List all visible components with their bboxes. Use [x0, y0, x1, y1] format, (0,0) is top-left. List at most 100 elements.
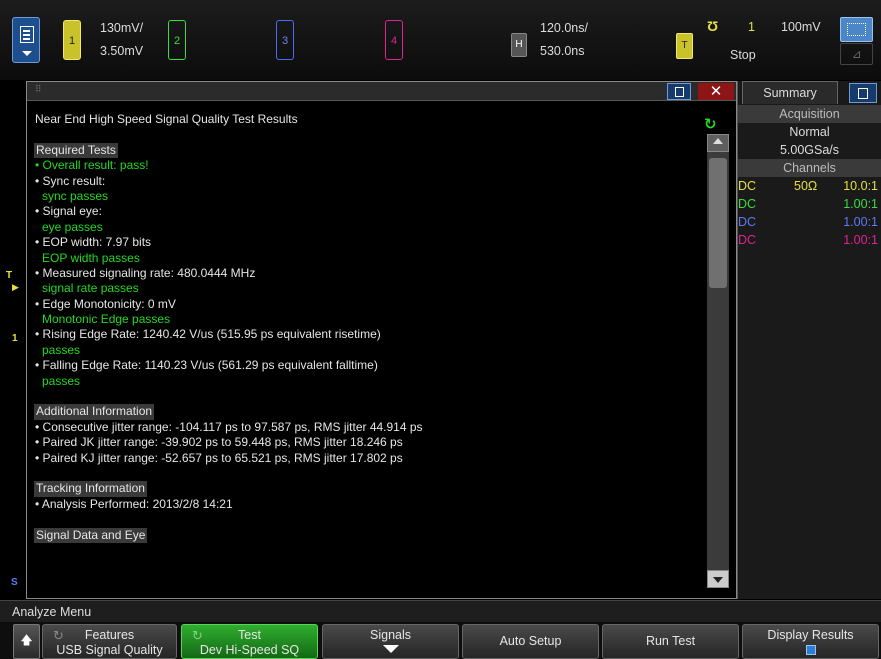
results-title: Near End High Speed Signal Quality Test …: [35, 112, 298, 126]
main-menu-button[interactable]: [12, 17, 40, 63]
run-state: Stop: [730, 48, 756, 62]
eye-value: eye passes: [42, 219, 103, 234]
test-softkey[interactable]: ↻ Test Dev Hi-Speed SQ: [181, 624, 318, 659]
run-test-softkey[interactable]: Run Test: [602, 624, 739, 659]
results-window: ⠿ ✕ Near End High Speed Signal Quality T…: [26, 81, 737, 599]
drag-grip-icon[interactable]: ⠿: [35, 84, 42, 95]
window-menu-button[interactable]: [667, 83, 691, 100]
rotate-knob-icon: ↻: [192, 628, 203, 643]
refresh-icon[interactable]: ↻: [704, 115, 717, 133]
rate-label: • Measured signaling rate: 480.0444 MHz: [35, 265, 256, 280]
vertical-scrollbar[interactable]: [707, 134, 729, 588]
channel-coupling: DC: [738, 179, 757, 193]
menu-list-icon: [675, 87, 684, 97]
ground-marker: 1: [12, 333, 18, 344]
sample-rate: 5.00GSa/s: [779, 143, 840, 157]
test-value: Dev Hi-Speed SQ: [199, 643, 300, 657]
window-titlebar[interactable]: ⠿ ✕: [27, 82, 736, 101]
fall-label: • Falling Edge Rate: 1140.23 V/us (561.2…: [35, 358, 378, 373]
softkey-bar: 🡅 ↻ Features USB Signal Quality ↻ Test D…: [0, 622, 881, 659]
results-text: Near End High Speed Signal Quality Test …: [34, 112, 705, 543]
channel-row: DC 50Ω 10.0:1: [738, 177, 881, 195]
channel-probe: 1.00:1: [843, 197, 878, 211]
channel-probe: 1.00:1: [843, 215, 878, 229]
features-value: USB Signal Quality: [56, 643, 163, 657]
channel-1-scale: 130mV/: [100, 21, 144, 35]
chevron-down-icon: [22, 51, 32, 56]
submenu-arrow-icon: [382, 645, 399, 653]
menu-title: Analyze Menu: [0, 600, 881, 622]
channel-1-badge[interactable]: 1: [63, 20, 81, 60]
channel-row: DC 1.00:1: [738, 231, 881, 249]
analysis-performed: • Analysis Performed: 2013/2/8 14:21: [35, 496, 233, 511]
rise-value: passes: [42, 342, 81, 357]
scroll-up-button[interactable]: [707, 134, 729, 152]
menu-list-icon: [20, 26, 34, 43]
channel-1-offset: 3.50mV: [100, 44, 144, 58]
channel-coupling: DC: [738, 215, 757, 229]
channel-row: DC 1.00:1: [738, 213, 881, 231]
sync-label: • Sync result:: [35, 173, 106, 188]
section-heading-signal: Signal Data and Eye: [34, 527, 148, 543]
trigger-level-marker: T: [6, 270, 13, 281]
channels-heading: Channels: [738, 159, 881, 177]
overall-result: • Overall result: pass!: [35, 158, 149, 173]
time-delay: 530.0ns: [540, 44, 585, 58]
rise-label: • Rising Edge Rate: 1240.42 V/us (515.95…: [35, 327, 381, 342]
auto-setup-label: Auto Setup: [499, 634, 562, 648]
section-heading-required: Required Tests: [34, 142, 118, 159]
eye-label: • Signal eye:: [35, 204, 102, 219]
rotate-knob-icon: ↻: [53, 628, 64, 643]
eop-label: • EOP width: 7.97 bits: [35, 235, 152, 250]
sync-value: sync passes: [42, 188, 109, 203]
section-heading-additional: Additional Information: [34, 404, 155, 420]
summary-menu-button[interactable]: [849, 83, 877, 103]
jitter-kj: • Paired KJ jitter range: -52.657 ps to …: [35, 450, 403, 465]
eop-value: EOP width passes: [42, 250, 140, 265]
rate-value: signal rate passes: [42, 281, 139, 296]
zoom-select-icon[interactable]: [840, 17, 873, 42]
trigger-badge[interactable]: T: [676, 33, 693, 59]
features-softkey[interactable]: ↻ Features USB Signal Quality: [42, 624, 177, 659]
summary-panel: Summary Acquisition Normal 5.00GSa/s Cha…: [737, 81, 881, 599]
tab-summary[interactable]: Summary: [742, 81, 838, 104]
monotonicity-label: • Edge Monotonicity: 0 mV: [35, 296, 176, 311]
menu-list-icon: [858, 88, 868, 99]
channel-row: DC 1.00:1: [738, 195, 881, 213]
channel-probe: 10.0:1: [843, 179, 878, 193]
run-test-label: Run Test: [645, 634, 696, 648]
scroll-down-button[interactable]: [707, 570, 729, 588]
trigger-source: 1: [748, 20, 755, 34]
display-results-label: Display Results: [767, 628, 854, 642]
acquisition-mode: Normal: [789, 125, 830, 139]
measure-icon[interactable]: ⊿: [840, 43, 873, 65]
channel-coupling: DC: [738, 233, 757, 247]
section-heading-tracking: Tracking Information: [34, 481, 147, 497]
checkbox-icon: [805, 645, 816, 655]
trigger-edge-icon: Ʊ: [707, 18, 719, 34]
channel-coupling: DC: [738, 197, 757, 211]
acquisition-heading: Acquisition: [738, 105, 881, 123]
signals-softkey[interactable]: Signals: [322, 624, 459, 659]
status-bar: 1 130mV/ 3.50mV 2 3 4 H 120.0ns/ 530.0ns…: [0, 0, 881, 80]
channel-3-badge[interactable]: 3: [276, 20, 294, 60]
channel-2-badge[interactable]: 2: [168, 20, 186, 60]
trigger-level: 100mV: [781, 20, 821, 34]
monotonicity-value: Monotonic Edge passes: [42, 312, 171, 327]
channel-4-badge[interactable]: 4: [385, 20, 403, 60]
channel-probe: 1.00:1: [843, 233, 878, 247]
jitter-consecutive: • Consecutive jitter range: -104.117 ps …: [35, 419, 423, 434]
close-button[interactable]: ✕: [698, 83, 734, 100]
time-scale: 120.0ns/: [540, 21, 588, 35]
trigger-arrow-icon: ▶: [12, 282, 19, 292]
fall-value: passes: [42, 373, 81, 388]
scroll-thumb[interactable]: [709, 158, 727, 288]
channel-impedance: 50Ω: [794, 179, 818, 193]
auto-setup-softkey[interactable]: Auto Setup: [462, 624, 599, 659]
horizontal-badge[interactable]: H: [511, 33, 527, 57]
up-arrow-icon[interactable]: 🡅: [13, 624, 40, 659]
display-results-softkey[interactable]: Display Results: [742, 624, 879, 659]
signals-label: Signals: [370, 628, 411, 642]
jitter-jk: • Paired JK jitter range: -39.902 ps to …: [35, 435, 403, 450]
serial-marker: S: [11, 577, 18, 588]
